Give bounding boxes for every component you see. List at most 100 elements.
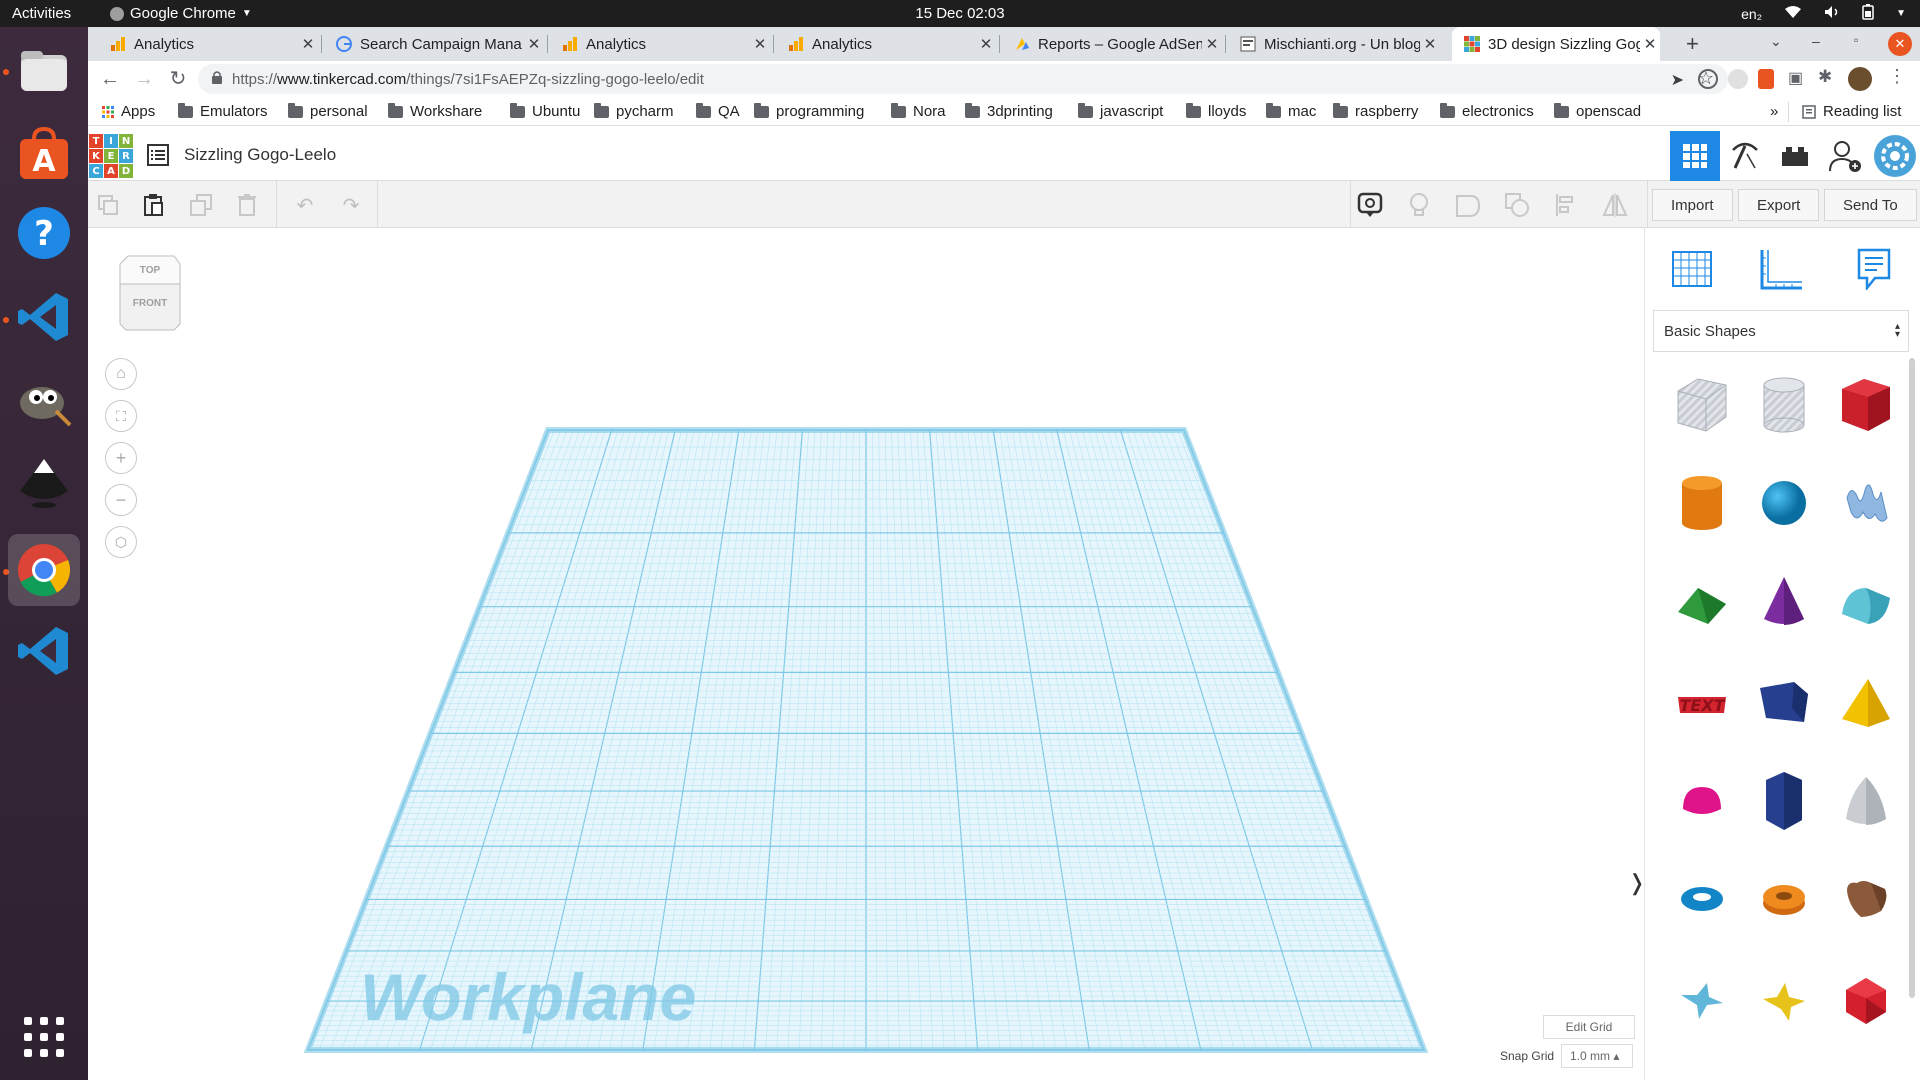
star-shape[interactable] bbox=[1667, 966, 1737, 1036]
box-shape[interactable] bbox=[1831, 370, 1901, 440]
camera-icon[interactable]: ▣ bbox=[1788, 68, 1803, 88]
tab[interactable]: Reports – Google AdSen ✕ bbox=[1002, 27, 1222, 61]
bookmark-folder[interactable]: Workshare bbox=[388, 102, 482, 120]
cylinder-hole-shape[interactable] bbox=[1749, 370, 1819, 440]
design-list-icon[interactable] bbox=[146, 143, 170, 172]
vscode-launcher-2[interactable] bbox=[8, 615, 80, 687]
home-view-button[interactable]: ⌂ bbox=[105, 358, 137, 390]
design-title[interactable]: Sizzling Gogo-Leelo bbox=[184, 145, 336, 165]
duplicate-icon[interactable] bbox=[187, 191, 215, 219]
minimize-button[interactable]: – bbox=[1812, 33, 1820, 49]
reload-icon[interactable]: ↻ bbox=[166, 68, 190, 92]
delete-icon[interactable] bbox=[233, 191, 261, 219]
cone-shape[interactable] bbox=[1749, 568, 1819, 638]
files-launcher[interactable] bbox=[8, 35, 80, 107]
gimp-launcher[interactable] bbox=[8, 363, 80, 435]
close-tab-icon[interactable]: ✕ bbox=[976, 35, 996, 53]
system-tray[interactable]: en₂ ▼ bbox=[1741, 4, 1906, 23]
view-cube[interactable]: TOP FRONT bbox=[118, 254, 182, 332]
close-tab-icon[interactable]: ✕ bbox=[524, 35, 544, 53]
help-launcher[interactable]: ? bbox=[8, 197, 80, 269]
text-shape[interactable]: TEXT bbox=[1667, 668, 1737, 738]
wedge-shape[interactable] bbox=[1749, 668, 1819, 738]
profile-avatar[interactable] bbox=[1848, 67, 1872, 91]
sphere-shape[interactable] bbox=[1749, 468, 1819, 538]
round-roof-shape[interactable] bbox=[1831, 568, 1901, 638]
more-bookmarks-button[interactable]: » bbox=[1770, 103, 1778, 120]
notes-icon[interactable] bbox=[1356, 191, 1384, 219]
bookmark-apps[interactable]: Apps bbox=[102, 103, 155, 120]
send-icon[interactable]: ➤ bbox=[1671, 70, 1684, 90]
bookmark-folder[interactable]: personal bbox=[288, 102, 368, 120]
battery-icon[interactable] bbox=[1862, 4, 1874, 23]
heart-shape[interactable] bbox=[1831, 864, 1901, 934]
export-button[interactable]: Export bbox=[1738, 189, 1820, 221]
software-launcher[interactable]: A bbox=[8, 117, 80, 189]
wifi-icon[interactable] bbox=[1784, 5, 1802, 22]
extension-icon[interactable] bbox=[1698, 69, 1718, 89]
copy-icon[interactable] bbox=[94, 191, 122, 219]
tab[interactable]: Search Campaign Mana ✕ bbox=[324, 27, 544, 61]
bookmark-folder[interactable]: raspberry bbox=[1333, 102, 1418, 120]
bookmark-folder[interactable]: Nora bbox=[891, 102, 946, 120]
reading-list-button[interactable]: Reading list bbox=[1802, 103, 1901, 120]
group-icon[interactable] bbox=[1454, 191, 1482, 219]
ruler-tool[interactable] bbox=[1757, 244, 1807, 294]
edit-grid-button[interactable]: Edit Grid bbox=[1543, 1015, 1635, 1039]
extension-icon[interactable] bbox=[1758, 69, 1774, 89]
puzzle-icon[interactable]: ✱ bbox=[1818, 67, 1832, 87]
scribble-shape[interactable] bbox=[1831, 468, 1901, 538]
panel-scrollbar[interactable] bbox=[1909, 358, 1915, 998]
send-to-button[interactable]: Send To bbox=[1824, 189, 1917, 221]
bookmark-folder[interactable]: pycharm bbox=[594, 102, 674, 120]
ungroup-icon[interactable] bbox=[1503, 191, 1531, 219]
tab-active[interactable]: 3D design Sizzling Gogo ✕ bbox=[1452, 27, 1660, 61]
paste-icon[interactable] bbox=[140, 191, 168, 219]
tab[interactable]: Analytics ✕ bbox=[98, 27, 318, 61]
roof-shape[interactable] bbox=[1667, 568, 1737, 638]
close-window-button[interactable]: ✕ bbox=[1888, 32, 1912, 56]
undo-icon[interactable]: ↶ bbox=[291, 191, 319, 219]
bookmark-folder[interactable]: mac bbox=[1266, 102, 1316, 120]
invite-user-button[interactable] bbox=[1820, 131, 1870, 181]
pyramid-shape[interactable] bbox=[1831, 668, 1901, 738]
zoom-out-button[interactable]: − bbox=[105, 484, 137, 516]
3d-design-view-button[interactable] bbox=[1670, 131, 1720, 181]
close-tab-icon[interactable]: ✕ bbox=[750, 35, 770, 53]
zoom-in-button[interactable]: + bbox=[105, 442, 137, 474]
shape-category-select[interactable]: Basic Shapes ▴ ▾ bbox=[1653, 310, 1909, 352]
bookmark-folder[interactable]: QA bbox=[696, 102, 740, 120]
fit-view-button[interactable]: ⛶ bbox=[105, 400, 137, 432]
bricks-view-button[interactable] bbox=[1770, 131, 1820, 181]
clock[interactable]: 15 Dec 02:03 bbox=[915, 5, 1004, 22]
redo-icon[interactable]: ↷ bbox=[337, 191, 365, 219]
maximize-button[interactable]: ▫ bbox=[1854, 33, 1858, 47]
tab[interactable]: Analytics ✕ bbox=[550, 27, 770, 61]
paraboloid-shape[interactable] bbox=[1831, 766, 1901, 836]
tab[interactable]: Mischianti.org - Un blog ✕ bbox=[1228, 27, 1440, 61]
workspace-viewport[interactable]: Workplane TOP FRONT ⌂ ⛶ + − ⬡ ❭ Edit Gri… bbox=[88, 228, 1646, 1080]
bookmark-folder[interactable]: Emulators bbox=[178, 102, 268, 120]
app-menu[interactable]: Google Chrome ▼ bbox=[110, 5, 252, 22]
bookmark-folder[interactable]: 3dprinting bbox=[965, 102, 1053, 120]
workplane-tool[interactable] bbox=[1667, 244, 1717, 294]
forward-icon[interactable]: → bbox=[132, 68, 156, 92]
tab-search-icon[interactable]: ⌄ bbox=[1770, 33, 1782, 50]
close-tab-icon[interactable]: ✕ bbox=[1202, 35, 1222, 53]
notes-tool[interactable] bbox=[1849, 244, 1899, 294]
close-tab-icon[interactable]: ✕ bbox=[298, 35, 318, 53]
close-tab-icon[interactable]: ✕ bbox=[1420, 35, 1440, 53]
bookmark-folder[interactable]: openscad bbox=[1554, 102, 1641, 120]
import-button[interactable]: Import bbox=[1652, 189, 1733, 221]
tinkercad-logo[interactable]: TIN KER CAD bbox=[89, 134, 133, 178]
workplane-grid[interactable]: Workplane bbox=[88, 228, 1644, 1080]
lock-icon[interactable] bbox=[212, 70, 222, 88]
close-tab-icon[interactable]: ✕ bbox=[1640, 35, 1660, 53]
tab[interactable]: Analytics ✕ bbox=[776, 27, 996, 61]
polygon-shape[interactable] bbox=[1749, 766, 1819, 836]
menu-icon[interactable]: ⋮ bbox=[1888, 66, 1906, 87]
lightbulb-icon[interactable] bbox=[1405, 191, 1433, 219]
volume-icon[interactable] bbox=[1824, 5, 1840, 22]
user-avatar[interactable] bbox=[1870, 131, 1920, 181]
bookmark-folder[interactable]: Ubuntu bbox=[510, 102, 580, 120]
